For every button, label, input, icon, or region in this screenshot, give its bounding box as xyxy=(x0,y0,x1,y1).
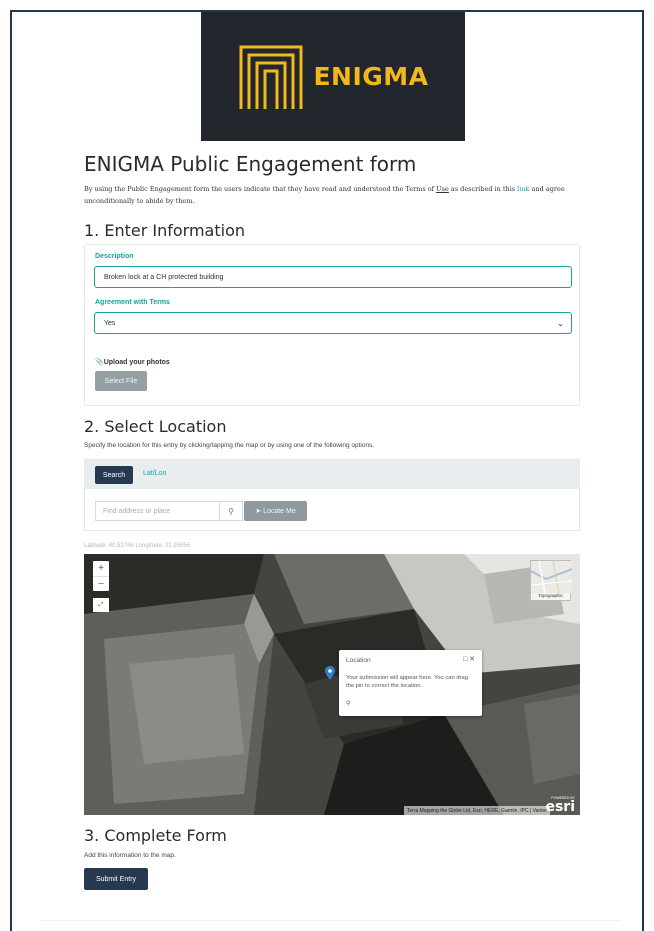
search-icon: ⚲ xyxy=(228,506,234,516)
location-popup: Location □ ✕ Your submission will appear… xyxy=(339,650,482,716)
paperclip-icon: 📎 xyxy=(95,359,104,366)
zoom-out-button[interactable]: − xyxy=(93,577,109,591)
fullscreen-button[interactable]: ⤢ xyxy=(93,598,109,612)
popup-title: Location xyxy=(346,657,371,664)
popup-body: Your submission will appear here. You ca… xyxy=(346,675,468,689)
submit-entry-button[interactable]: Submit Entry xyxy=(84,868,148,890)
fullscreen-icon: ⤢ xyxy=(98,601,104,608)
complete-instructions: Add this information to the map. xyxy=(84,852,176,859)
tab-search[interactable]: Search xyxy=(95,466,133,484)
terms-link[interactable]: link xyxy=(517,185,529,193)
enigma-logo-icon xyxy=(239,45,303,109)
intro-text: By using the Public Engagement form the … xyxy=(84,183,584,207)
location-arrow-icon: ➤ xyxy=(255,508,264,515)
satellite-imagery xyxy=(84,554,580,815)
map-attribution: Terra Mapping the Globe Ltd, Esri, HERE,… xyxy=(403,806,550,815)
page-frame: ENIGMA ENIGMA Public Engagement form By … xyxy=(10,10,644,931)
location-tabbar: Search Lat/Lon xyxy=(85,460,579,489)
information-card: Description Broken lock at a CH protecte… xyxy=(84,244,580,406)
intro-part-2: as described in this xyxy=(448,185,518,193)
select-file-button[interactable]: Select File xyxy=(95,371,147,391)
page-title: ENIGMA Public Engagement form xyxy=(84,152,417,176)
upload-label-text: Upload your photos xyxy=(103,359,170,366)
esri-logo: esri xyxy=(545,799,575,815)
agreement-label: Agreement with Terms xyxy=(95,299,170,306)
description-input[interactable]: Broken lock at a CH protected building xyxy=(94,266,572,288)
locate-me-button[interactable]: ➤ Locate Me xyxy=(244,501,307,521)
description-label: Description xyxy=(95,253,134,260)
footer-divider xyxy=(40,920,622,921)
find-address-input[interactable]: Find address or place xyxy=(95,501,219,521)
logo-text: ENIGMA xyxy=(313,62,429,91)
section-3-heading: 3. Complete Form xyxy=(84,826,227,845)
intro-part-1: By using the Public Engagement form the … xyxy=(84,185,437,193)
agreement-value: Yes xyxy=(104,319,116,327)
enigma-logo: ENIGMA xyxy=(201,12,465,141)
zoom-to-icon[interactable]: ⚲ xyxy=(346,700,350,707)
coordinates-readout: Latitude: 40.52746 Longitude: 22.95856 xyxy=(84,543,191,549)
upload-label: 📎Upload your photos xyxy=(95,358,170,366)
popup-controls: □ ✕ xyxy=(463,655,475,663)
search-button[interactable]: ⚲ xyxy=(219,501,243,521)
description-value: Broken lock at a CH protected building xyxy=(104,273,224,281)
use-link[interactable]: Use xyxy=(436,185,449,193)
section-1-heading: 1. Enter Information xyxy=(84,221,245,240)
location-search-box: Search Lat/Lon Find address or place ⚲ ➤… xyxy=(84,459,580,531)
dock-icon[interactable]: □ xyxy=(463,656,467,663)
topographic-thumbnail-icon xyxy=(530,560,573,594)
zoom-in-button[interactable]: + xyxy=(93,561,109,576)
location-instructions: Specify the location for this entry by c… xyxy=(84,442,375,449)
location-pin-icon[interactable] xyxy=(325,666,335,680)
basemap-toggle[interactable]: Topographic xyxy=(530,560,573,601)
close-icon[interactable]: ✕ xyxy=(469,656,475,663)
section-2-heading: 2. Select Location xyxy=(84,417,227,436)
map-view[interactable]: + − ⤢ Topographic Location □ ✕ Your subm… xyxy=(84,554,580,815)
zoom-control: + − xyxy=(93,561,109,591)
tab-latlon[interactable]: Lat/Lon xyxy=(143,470,166,477)
agreement-select[interactable]: Yes ⌄ xyxy=(94,312,572,334)
basemap-label: Topographic xyxy=(538,593,563,598)
chevron-down-icon: ⌄ xyxy=(557,319,564,328)
locate-me-label: Locate Me xyxy=(263,507,296,515)
